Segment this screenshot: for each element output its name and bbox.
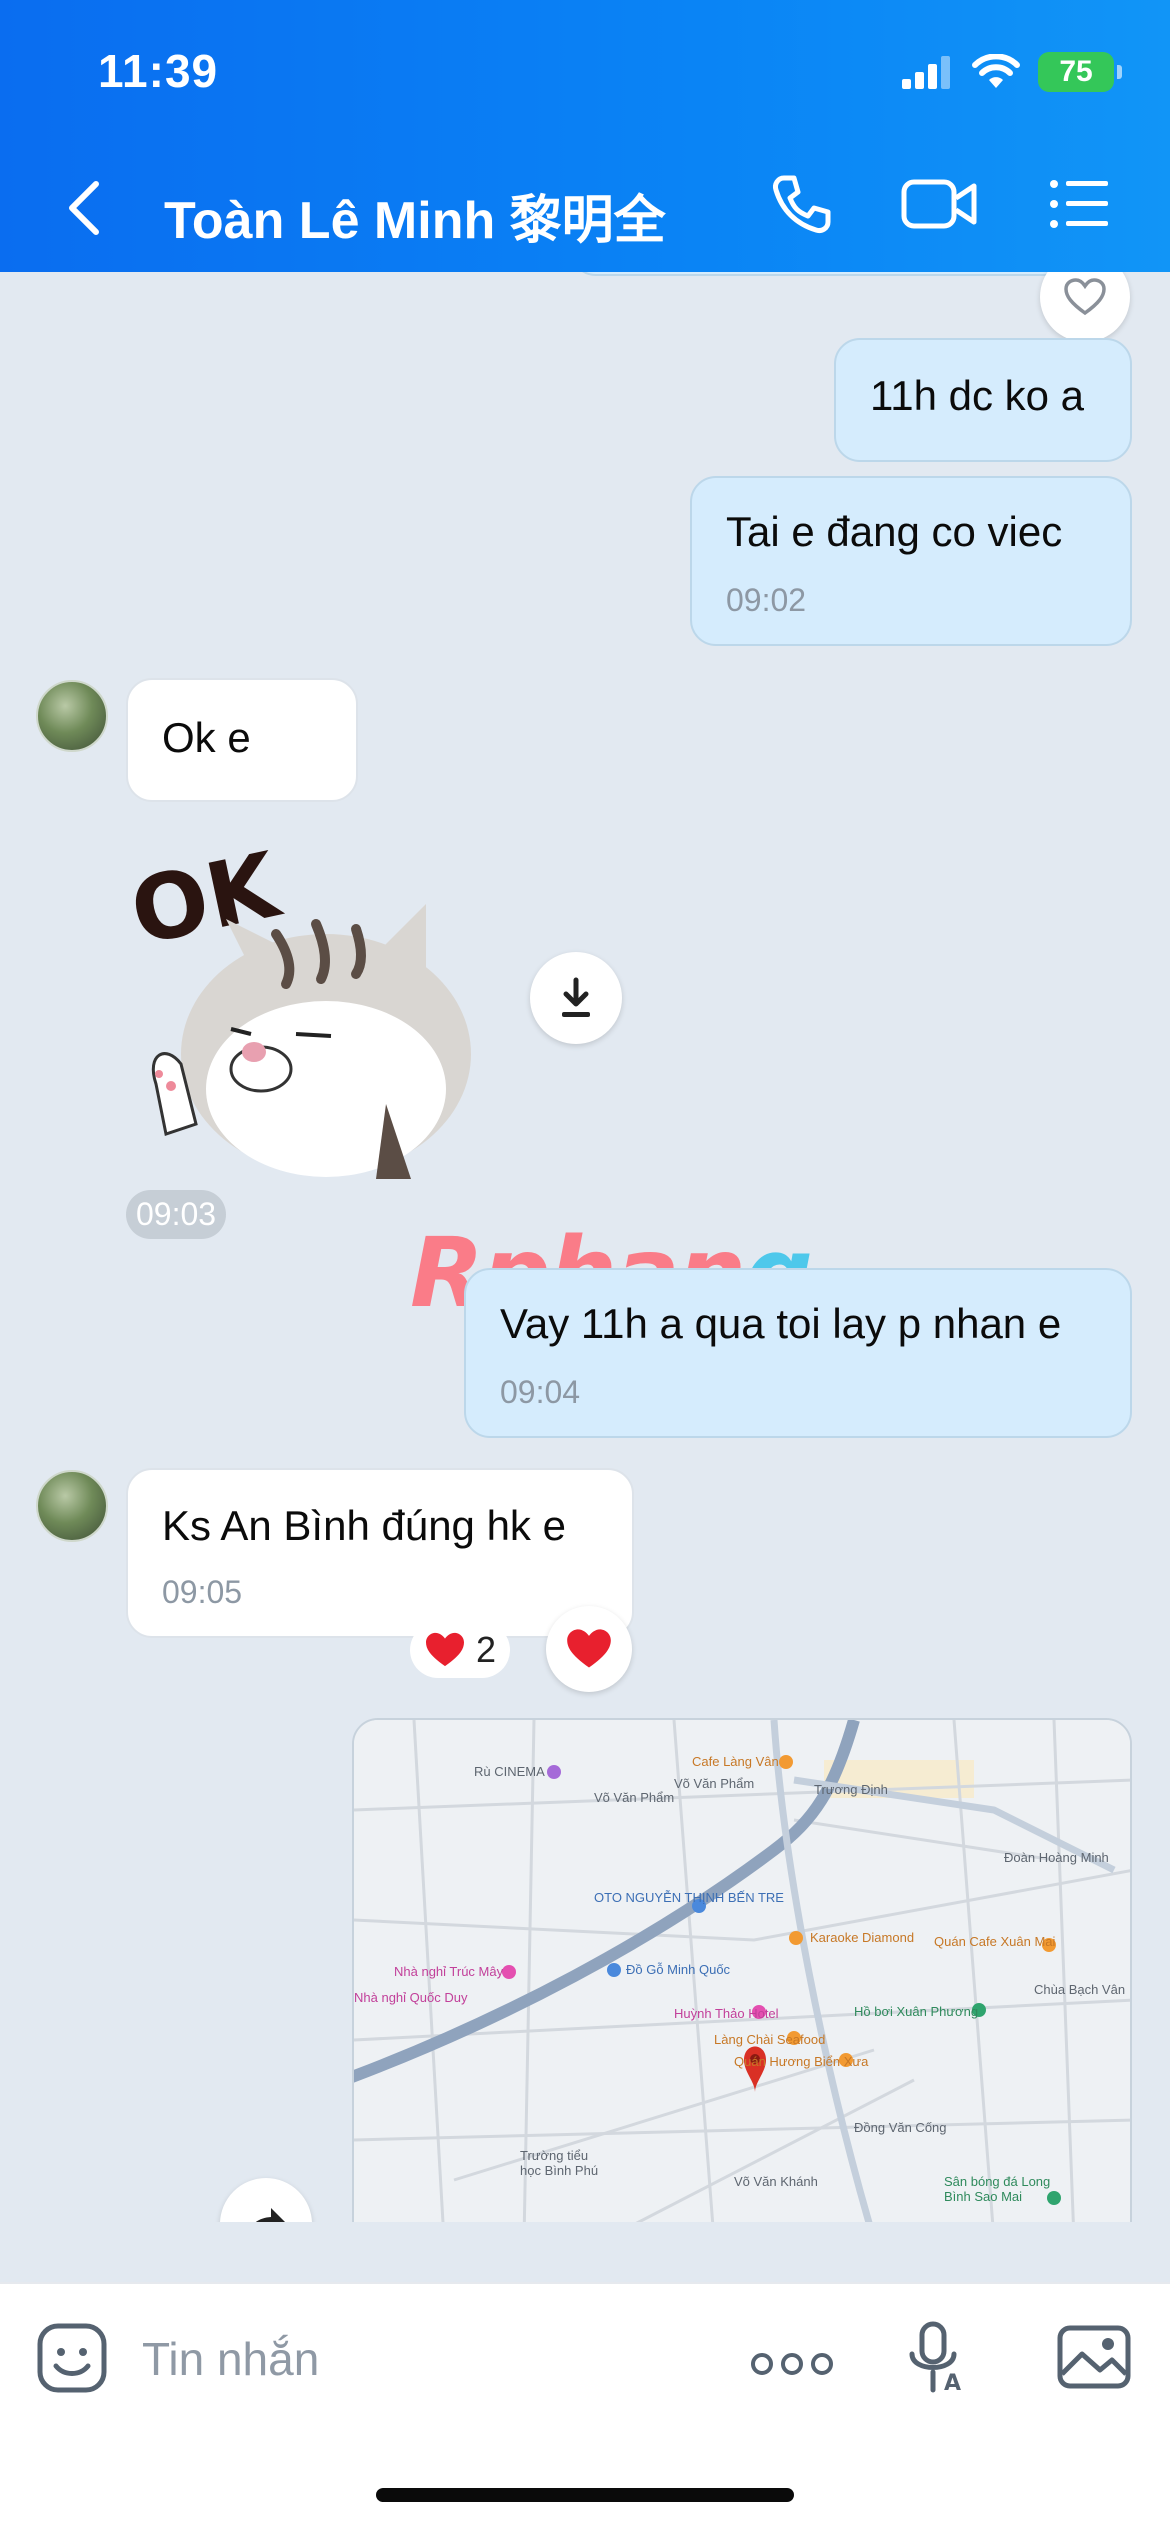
status-icons: 75	[902, 52, 1122, 92]
image-gallery-icon[interactable]	[1056, 2324, 1132, 2390]
map-label: Cafe Làng Vân	[692, 1754, 779, 1769]
message-text: Ks An Bình đúng hk e	[162, 1502, 566, 1549]
emoji-sticker-icon[interactable]	[36, 2322, 108, 2394]
incoming-message[interactable]: Ok e	[126, 678, 358, 802]
message-list[interactable]: 11h dc ko a Tai e đang co viec 09:02 Ok …	[0, 272, 1170, 2222]
cat-ok-sticker[interactable]: OK	[126, 824, 486, 1184]
svg-text:A: A	[944, 2371, 961, 2396]
map-label: Quán Hương Biển Xưa	[734, 2054, 869, 2069]
heart-icon	[567, 1629, 611, 1668]
location-map-message[interactable]: Rù CINEMA Cafe Làng Vân Trương Định Võ V…	[352, 1718, 1132, 2222]
map-label: Rù CINEMA	[474, 1764, 545, 1779]
home-indicator	[376, 2488, 794, 2502]
message-input[interactable]: Tin nhắn	[142, 2332, 319, 2386]
map-label: Quán Cafe Xuân Mai	[934, 1934, 1056, 1949]
outgoing-message[interactable]: Tai e đang co viec 09:02	[690, 476, 1132, 646]
status-time: 11:39	[98, 45, 219, 97]
phone-call-icon[interactable]	[770, 172, 834, 236]
outgoing-message[interactable]: Vay 11h a qua toi lay p nhan e 09:04	[464, 1268, 1132, 1438]
video-call-icon[interactable]	[900, 172, 980, 236]
forward-button[interactable]	[220, 2178, 312, 2222]
map-label: Đồng Văn Cống	[854, 2120, 947, 2135]
map-label: Chùa Bạch Vân	[1034, 1982, 1126, 1997]
message-time: 09:05	[162, 1574, 243, 1610]
map-label: Trường tiểu học Bình Phú	[520, 2148, 599, 2178]
share-arrow-icon	[255, 2208, 285, 2222]
voice-to-text-icon[interactable]: A	[906, 2320, 970, 2396]
download-icon	[562, 977, 590, 1017]
battery-indicator: 75	[1038, 52, 1122, 92]
map-label: Trương Định	[814, 1782, 888, 1797]
outgoing-message[interactable]: 11h dc ko a	[834, 338, 1132, 462]
map-label: Nhà nghỉ Trúc Mây	[394, 1964, 504, 1979]
map-label: Huỳnh Thảo Hotel	[674, 2006, 779, 2021]
avatar[interactable]	[36, 680, 108, 752]
reaction-summary[interactable]: 2	[410, 1622, 511, 1678]
heart-icon	[426, 1632, 464, 1667]
message-time: 09:02	[726, 582, 807, 618]
react-heart-button[interactable]	[546, 1606, 632, 1692]
back-icon[interactable]	[62, 178, 106, 238]
message-text: 11h dc ko a	[870, 372, 1085, 419]
map-label: OTO NGUYỄN THỊNH BẾN TRE	[594, 1890, 784, 1905]
chat-header: 11:39 75 Toàn Lê Minh 黎明全	[0, 0, 1170, 272]
map-label: Sân bóng đá Long Bình Sao Mai	[944, 2174, 1051, 2204]
map-label: Hồ bơi Xuân Phương	[854, 2004, 979, 2019]
message-text: Vay 11h a qua toi lay p nhan e	[500, 1300, 1062, 1347]
contact-name[interactable]: Toàn Lê Minh 黎明全	[164, 178, 666, 253]
map-label: Võ Văn Phẩm	[594, 1790, 675, 1805]
message-text: Tai e đang co viec	[726, 508, 1063, 555]
react-button[interactable]	[1040, 272, 1130, 342]
map-label: Đồ Gỗ Minh Quốc	[626, 1962, 731, 1977]
more-icon[interactable]	[750, 2350, 834, 2378]
map-label: Đoàn Hoàng Minh	[1004, 1850, 1109, 1865]
message-text: Ok e	[162, 714, 251, 761]
sticker-time: 09:03	[126, 1190, 227, 1239]
wifi-icon	[972, 54, 1020, 88]
avatar[interactable]	[36, 1470, 108, 1542]
message-time: 09:04	[500, 1374, 581, 1410]
signal-icon	[902, 56, 950, 89]
download-button[interactable]	[530, 952, 622, 1044]
map-label: Võ Văn Phẩm	[674, 1776, 755, 1791]
map-label: Võ Văn Khánh	[734, 2174, 818, 2189]
menu-list-icon[interactable]	[1048, 172, 1112, 236]
map-label: Nhà nghỉ Quốc Duy	[354, 1990, 468, 2005]
reaction-count: 2	[476, 1629, 497, 1670]
heart-outline-icon	[1064, 278, 1106, 316]
map-label: Làng Chài Seafood	[714, 2032, 826, 2047]
map-label: Karaoke Diamond	[810, 1930, 915, 1945]
incoming-message[interactable]: Ks An Bình đúng hk e 09:05	[126, 1468, 634, 1638]
